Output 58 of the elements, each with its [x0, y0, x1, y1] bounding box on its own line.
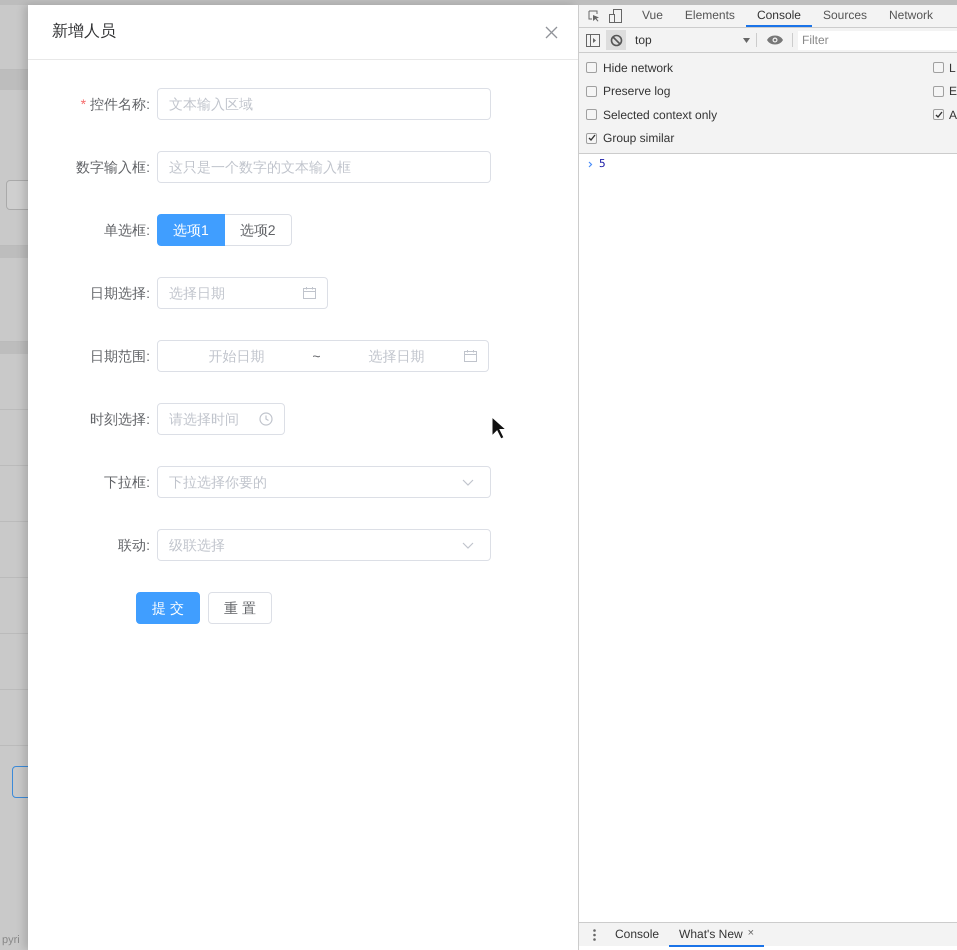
- field-label: 下拉框:: [104, 473, 150, 492]
- checkbox[interactable]: [933, 109, 944, 120]
- clock-icon: [259, 412, 273, 426]
- filter-field[interactable]: Filter: [798, 30, 957, 50]
- close-icon[interactable]: [545, 26, 558, 38]
- devtools-tab[interactable]: Sources: [812, 5, 878, 27]
- radio-option[interactable]: 选项2: [224, 214, 292, 246]
- end-date-placeholder: 选择日期: [367, 347, 426, 366]
- setting-label: Hide network: [603, 60, 674, 76]
- dropdown-triangle-icon[interactable]: [743, 38, 750, 42]
- setting-label: Preserve log: [603, 83, 670, 100]
- chevron-down-icon: [462, 542, 474, 548]
- context-select[interactable]: top: [635, 32, 743, 48]
- field-label: 数字输入框:: [76, 158, 150, 177]
- chevron-right-icon: [588, 161, 593, 168]
- drawer-tab[interactable]: Console: [605, 922, 670, 946]
- calendar-icon: [464, 350, 477, 362]
- field-label: 日期范围:: [90, 347, 150, 366]
- devtools-tab[interactable]: Network: [878, 5, 944, 27]
- close-tab-glyph[interactable]: ×: [748, 926, 754, 941]
- text-field[interactable]: 文本输入区域: [157, 88, 491, 120]
- device-icon[interactable]: [609, 9, 622, 23]
- checkbox[interactable]: [933, 86, 944, 97]
- range-separator: ~: [311, 347, 322, 366]
- required-asterisk: *: [80, 95, 86, 114]
- drawer-tab[interactable]: What's New ×: [669, 922, 764, 946]
- field-label: 时刻选择:: [90, 410, 150, 429]
- footer-text: pyri: [2, 932, 20, 948]
- checkbox[interactable]: [586, 86, 597, 97]
- console-output: 5: [599, 157, 606, 172]
- field-label: 联动:: [118, 536, 150, 555]
- text-field[interactable]: 这只是一个数字的文本输入框: [157, 151, 491, 183]
- devtools-tab[interactable]: Vue: [631, 5, 674, 27]
- field-label: 日期选择:: [90, 284, 150, 303]
- checkbox[interactable]: [586, 132, 597, 144]
- setting-label: Selected context only: [603, 106, 718, 123]
- checkbox[interactable]: [933, 62, 944, 74]
- field-label: 单选框:: [104, 221, 150, 240]
- cursor-icon: [491, 416, 507, 440]
- chevron-down-icon: [462, 478, 474, 486]
- drawer-title: 新增人员: [52, 22, 116, 42]
- setting-label: E: [949, 83, 957, 100]
- start-date-placeholder: 开始日期: [208, 347, 266, 366]
- sidebar-toggle-icon[interactable]: [586, 34, 600, 46]
- devtools-tab[interactable]: Elements: [674, 5, 746, 27]
- field-label: 控件名称:: [90, 95, 150, 114]
- calendar-icon: [303, 287, 316, 299]
- checkbox[interactable]: [586, 62, 597, 74]
- setting-label: A: [949, 106, 957, 123]
- eye-icon[interactable]: [767, 35, 783, 45]
- inspect-icon[interactable]: [588, 10, 600, 22]
- setting-label: L: [949, 60, 956, 76]
- clear-console-button[interactable]: [606, 30, 626, 50]
- setting-label: Group similar: [603, 130, 674, 146]
- date-range-field[interactable]: 开始日期 ~ 选择日期: [157, 340, 489, 372]
- reset-button[interactable]: 重 置: [208, 592, 272, 624]
- more-icon[interactable]: [593, 928, 596, 940]
- checkbox[interactable]: [586, 109, 597, 120]
